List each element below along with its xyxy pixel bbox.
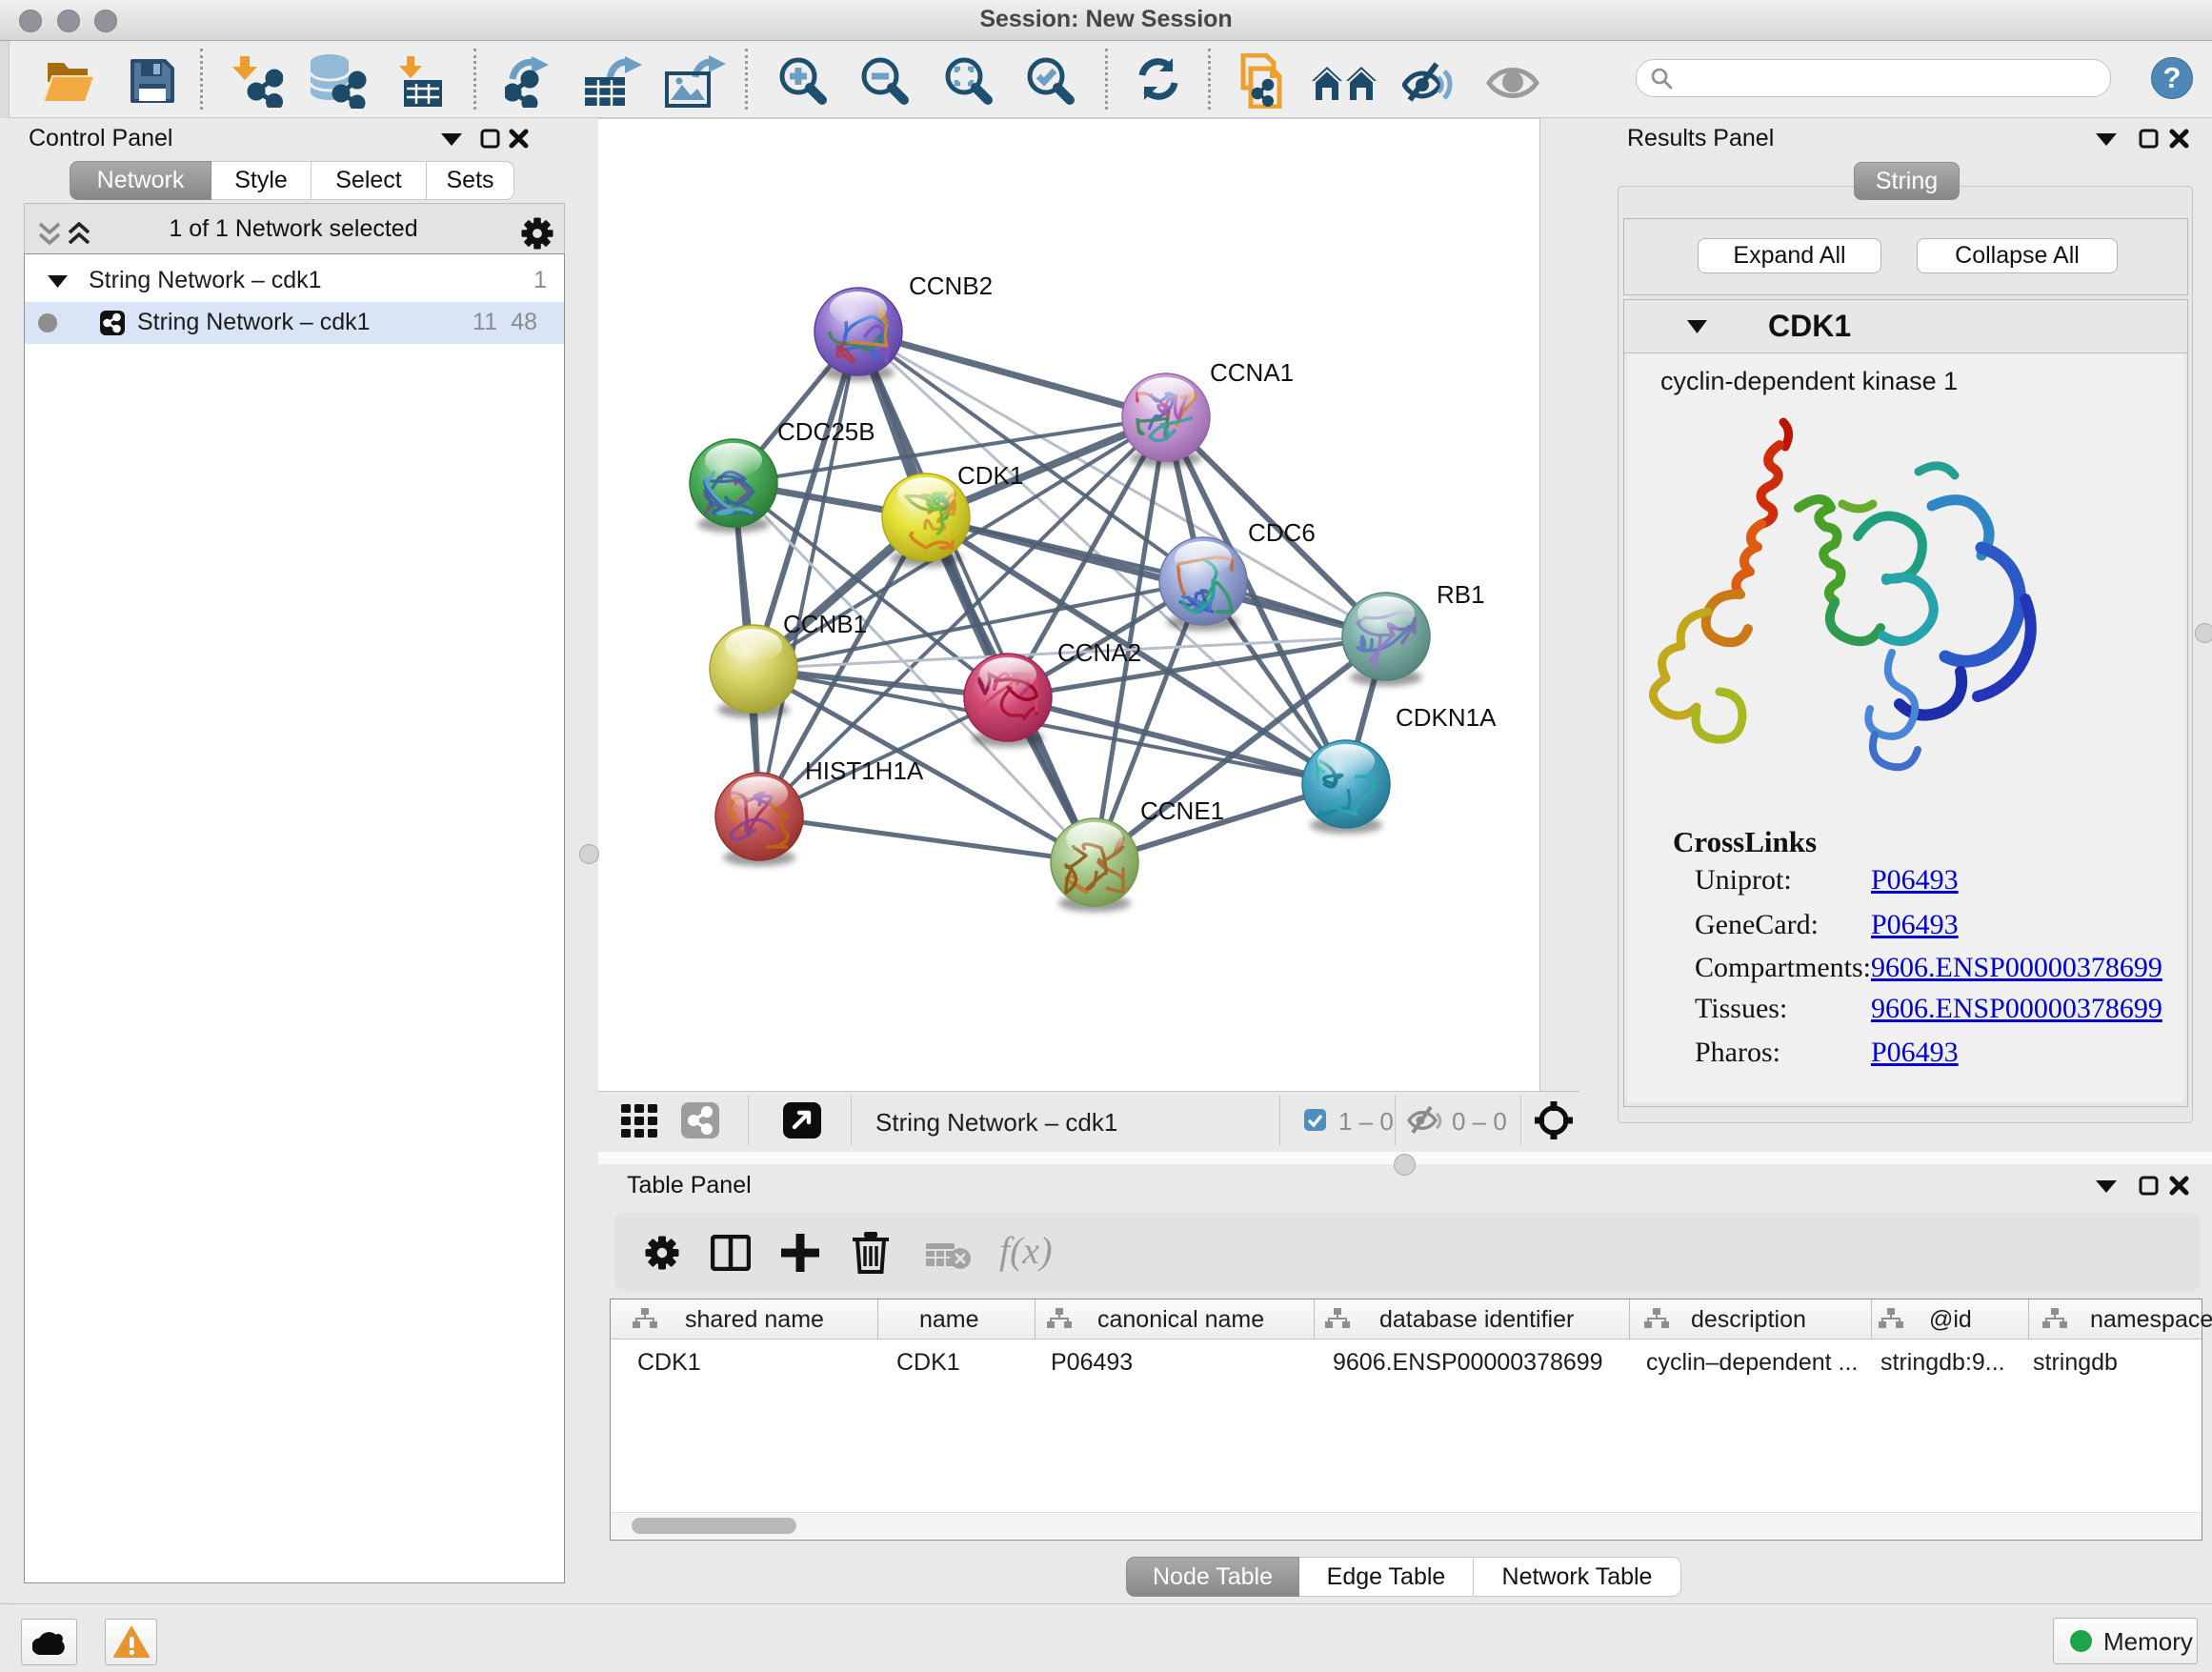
svg-text:CDC6: CDC6 — [1248, 518, 1316, 547]
svg-text:CCNA2: CCNA2 — [1057, 638, 1141, 667]
svg-text:CDC25B: CDC25B — [777, 417, 875, 446]
svg-text:CDK1: CDK1 — [957, 461, 1023, 490]
svg-text:CDKN1A: CDKN1A — [1396, 703, 1497, 732]
svg-text:HIST1H1A: HIST1H1A — [805, 756, 924, 785]
svg-text:CCNA1: CCNA1 — [1210, 358, 1294, 387]
svg-text:RB1: RB1 — [1437, 580, 1485, 609]
svg-text:CCNB1: CCNB1 — [783, 610, 867, 638]
svg-text:CCNE1: CCNE1 — [1140, 796, 1224, 825]
svg-text:CCNB2: CCNB2 — [909, 272, 993, 300]
